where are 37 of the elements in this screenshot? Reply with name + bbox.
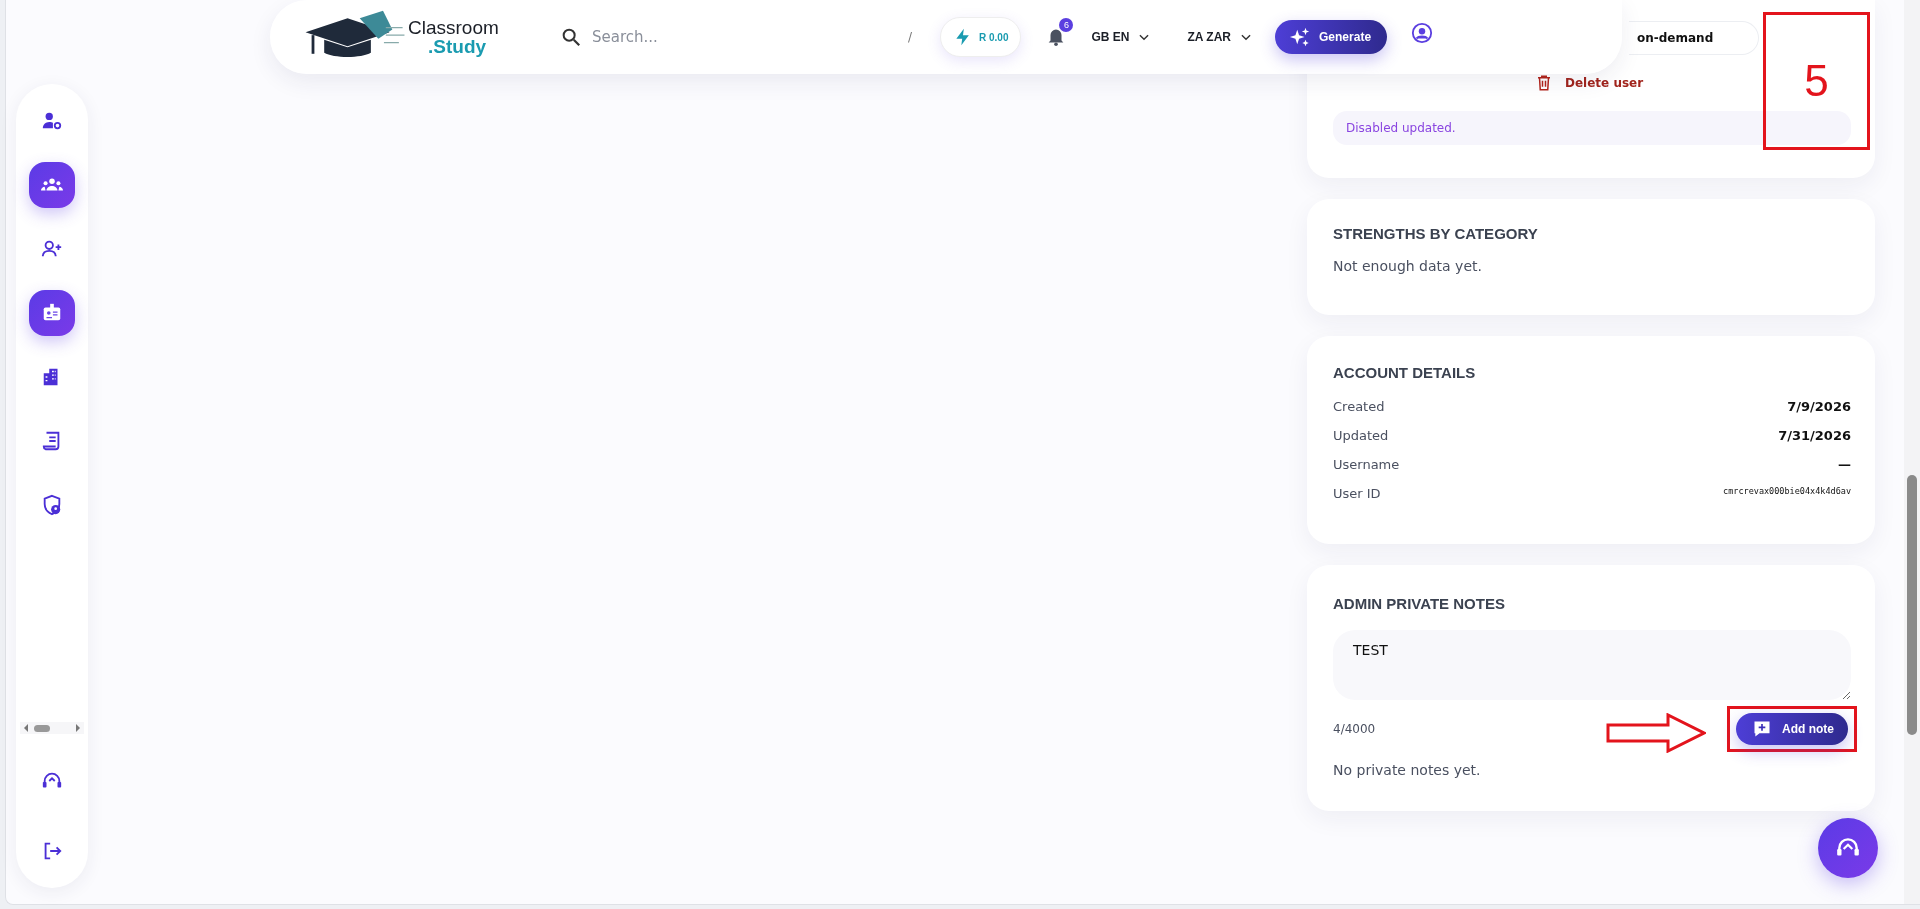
detail-label: Username [1333, 457, 1400, 472]
currency-dropdown[interactable]: ZA ZAR [1187, 30, 1254, 44]
notification-badge: 6 [1059, 18, 1074, 32]
search-field[interactable]: Search... [590, 27, 900, 47]
delete-user-link[interactable]: Delete user [1535, 73, 1644, 93]
notes-input[interactable]: TEST [1333, 630, 1851, 700]
detail-label: Created [1333, 399, 1385, 414]
status-message: Disabled updated. [1333, 111, 1851, 145]
generate-button[interactable]: Generate [1275, 20, 1388, 54]
character-counter: 4/4000 [1333, 722, 1376, 736]
logo-text: Classroom [408, 18, 499, 37]
detail-value: cmrcrevax000bie04x4k4d6av [1723, 485, 1851, 496]
detail-value: — [1838, 457, 1851, 472]
shield-user-icon [41, 494, 63, 516]
user-account-icon[interactable] [1411, 22, 1434, 44]
logo-text: .Study [428, 37, 488, 56]
detail-label: User ID [1333, 486, 1381, 501]
user-gear-icon [41, 110, 63, 132]
language-dropdown[interactable]: GB EN [1091, 30, 1152, 44]
horizontal-scrollbar [20, 722, 84, 734]
shortcut-hint: / [907, 30, 912, 44]
comment-plus-icon [1752, 719, 1772, 739]
detail-value: 7/31/2026 [1778, 428, 1851, 443]
detail-label: Updated [1333, 428, 1389, 443]
detail-value: 7/9/2026 [1787, 399, 1851, 414]
trash-icon [1535, 73, 1553, 93]
search-icon [560, 26, 582, 48]
card-title: ADMIN PRIVATE NOTES [1333, 595, 1506, 612]
empty-message: No private notes yet. [1333, 762, 1482, 778]
sparkles-icon [1289, 26, 1312, 48]
annotation-number: 5 [1804, 56, 1829, 106]
sidebar-item[interactable] [29, 290, 75, 336]
add-note-button[interactable]: Add note [1736, 713, 1848, 745]
sidebar-item[interactable] [29, 162, 75, 208]
empty-message: Not enough data yet. [1333, 258, 1483, 274]
card-title: ACCOUNT DETAILS [1333, 364, 1477, 381]
card-title: STRENGTHS BY CATEGORY [1333, 225, 1539, 242]
